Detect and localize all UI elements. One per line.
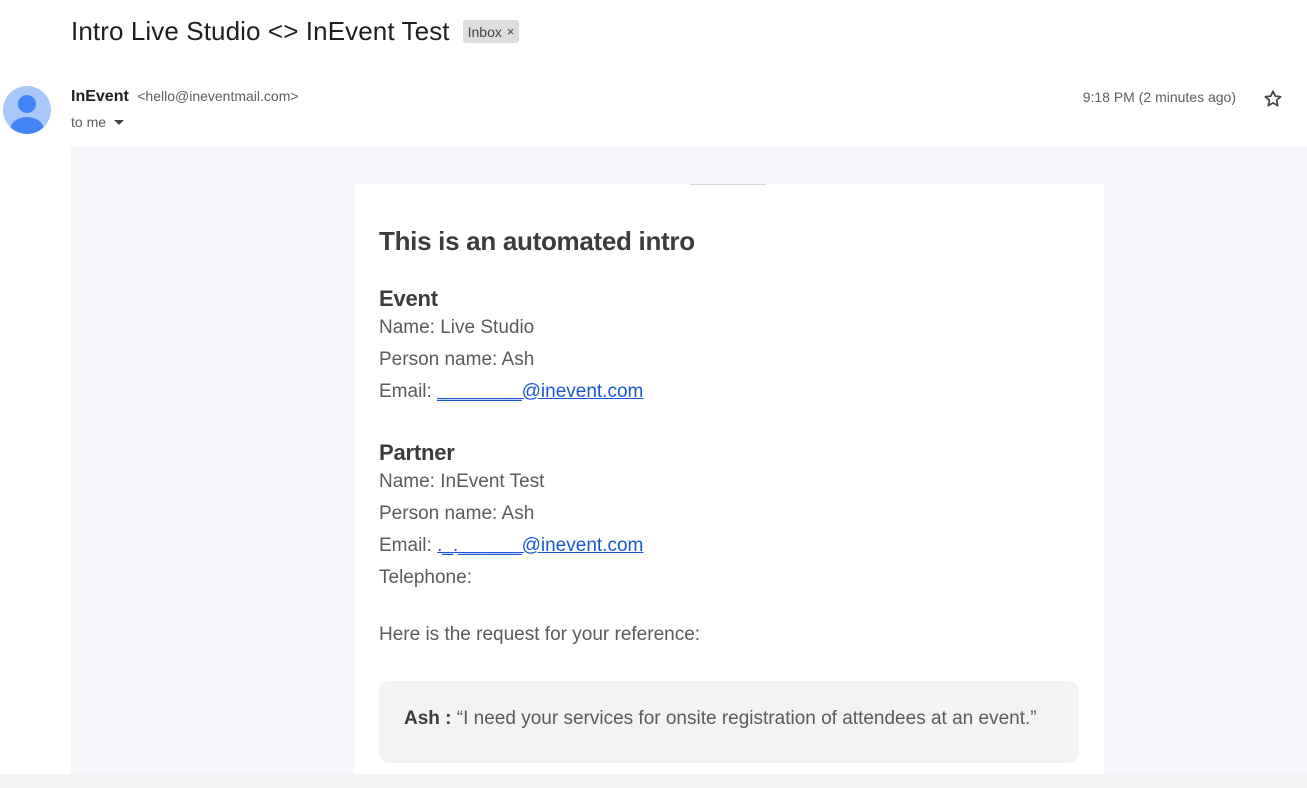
partner-section: Partner Name: InEvent Test Person name: …	[379, 440, 643, 594]
recipient-line: to me	[71, 114, 125, 130]
star-icon[interactable]	[1262, 88, 1284, 110]
subject-row: Intro Live Studio <> InEvent Test Inbox …	[71, 16, 520, 47]
inbox-label-chip[interactable]: Inbox ×	[462, 20, 520, 43]
close-icon[interactable]: ×	[507, 24, 515, 39]
avatar-icon[interactable]	[3, 86, 51, 134]
event-email-label: Email:	[379, 381, 438, 402]
event-section: Event Name: Live Studio Person name: Ash…	[379, 286, 643, 408]
partner-title: Partner	[379, 440, 455, 465]
partner-telephone: Telephone:	[379, 567, 472, 588]
email-timestamp: 9:18 PM (2 minutes ago)	[1082, 89, 1236, 105]
event-person-name: Person name: Ash	[379, 349, 535, 370]
quote-author: Ash :	[404, 708, 457, 729]
avatar-head	[18, 95, 36, 113]
email-content-card: This is an automated intro Event Name: L…	[354, 184, 1104, 774]
event-email-link[interactable]: ________@inevent.com	[437, 381, 643, 402]
request-quote: Ash : “I need your services for onsite r…	[379, 681, 1079, 763]
intro-heading: This is an automated intro	[379, 226, 695, 256]
sender-line: InEvent <hello@ineventmail.com>	[71, 88, 299, 106]
recipient-text: to me	[71, 114, 107, 130]
bottom-strip	[0, 774, 1307, 788]
event-name: Name: Live Studio	[379, 317, 535, 338]
partner-email-line: Email: ._.______@inevent.com	[379, 530, 643, 562]
partner-person-name: Person name: Ash	[379, 503, 535, 524]
avatar-body	[10, 117, 44, 134]
quote-text: “I need your services for onsite registr…	[456, 708, 1037, 729]
chevron-down-icon[interactable]	[114, 119, 125, 125]
event-title: Event	[379, 286, 438, 311]
partner-email-label: Email:	[379, 535, 438, 556]
sender-name[interactable]: InEvent	[71, 88, 129, 105]
sender-email: <hello@ineventmail.com>	[137, 88, 299, 104]
card-divider	[690, 184, 766, 185]
event-email-line: Email: ________@inevent.com	[379, 376, 643, 408]
partner-email-link[interactable]: ._.______@inevent.com	[437, 535, 643, 556]
email-subject: Intro Live Studio <> InEvent Test	[71, 16, 450, 46]
inbox-label-text: Inbox	[467, 23, 502, 40]
reference-intro: Here is the request for your reference:	[379, 624, 701, 645]
partner-name: Name: InEvent Test	[379, 471, 545, 492]
